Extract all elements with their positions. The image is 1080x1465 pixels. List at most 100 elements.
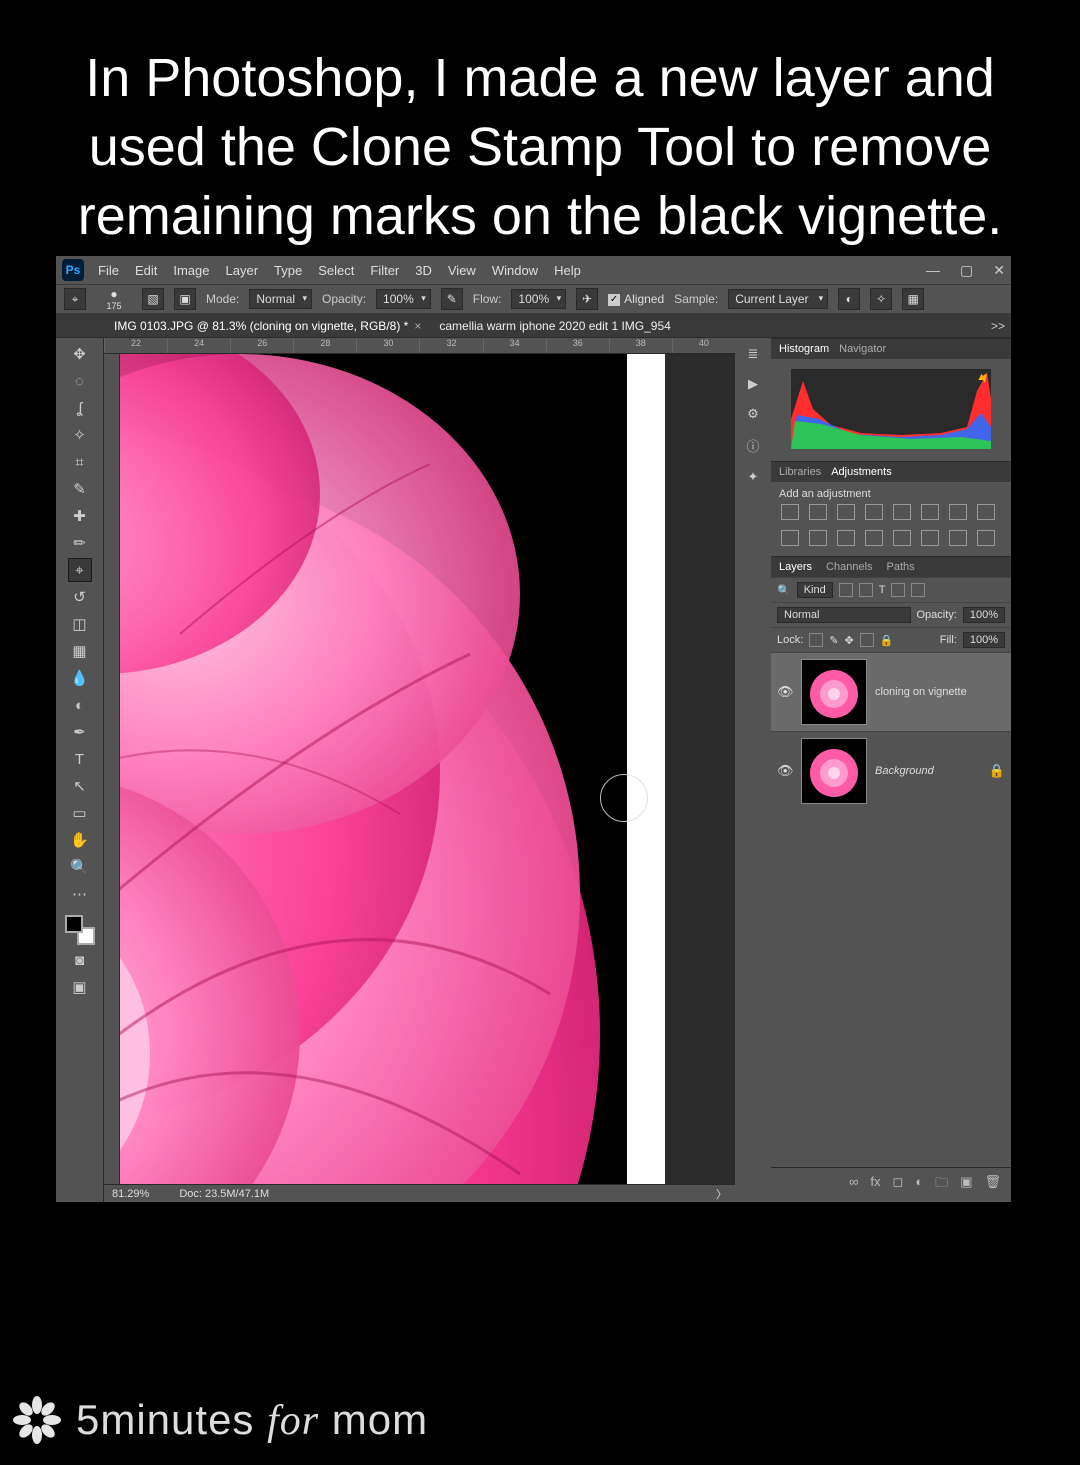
menu-filter[interactable]: Filter (370, 263, 399, 278)
posterize-icon[interactable] (893, 530, 911, 546)
menu-select[interactable]: Select (318, 263, 354, 278)
history-brush-tool-icon[interactable]: ↺ (68, 585, 92, 609)
pen-tool-icon[interactable]: ✒ (68, 720, 92, 744)
bw-icon[interactable] (977, 504, 995, 520)
tool-preset-icon[interactable]: ⌖ (64, 288, 86, 310)
blend-mode-select[interactable]: Normal (249, 289, 312, 309)
new-layer-icon[interactable]: ▣ (960, 1174, 972, 1196)
layer-name[interactable]: cloning on vignette (875, 686, 967, 698)
tabs-overflow-icon[interactable]: >> (991, 319, 1005, 333)
airbrush-icon[interactable]: ✈ (576, 288, 598, 310)
group-layers-icon[interactable]: 🗀 (935, 1174, 948, 1196)
menu-layer[interactable]: Layer (226, 263, 259, 278)
hand-tool-icon[interactable]: ✋ (68, 828, 92, 852)
layer-row-cloning[interactable]: 👁 cloning on vignette (771, 652, 1011, 731)
exposure-icon[interactable] (865, 504, 883, 520)
menu-edit[interactable]: Edit (135, 263, 157, 278)
adjustment-layer-icon[interactable]: ◐ (915, 1174, 923, 1196)
history-panel-icon[interactable]: ≣ (748, 346, 759, 362)
tab-secondary-document[interactable]: camellia warm iphone 2020 edit 1 IMG_954 (433, 319, 676, 333)
pixel-filter-icon[interactable] (839, 583, 853, 597)
color-balance-icon[interactable] (949, 504, 967, 520)
tab-layers[interactable]: Layers (779, 561, 812, 573)
path-selection-tool-icon[interactable]: ↖ (68, 774, 92, 798)
layer-style-icon[interactable]: fx (870, 1174, 880, 1196)
lock-pixels-icon[interactable]: ✎ (829, 634, 838, 647)
adj-filter-icon[interactable] (859, 583, 873, 597)
hue-sat-icon[interactable] (921, 504, 939, 520)
flow-select[interactable]: 100% (511, 289, 566, 309)
sample-select[interactable]: Current Layer (728, 289, 828, 309)
clone-stamp-tool-icon[interactable]: ⌖ (68, 558, 92, 582)
curves-icon[interactable] (837, 504, 855, 520)
gradient-tool-icon[interactable]: ▦ (68, 639, 92, 663)
histogram-warning-icon[interactable]: ▲ (976, 371, 987, 383)
menu-3d[interactable]: 3D (415, 263, 432, 278)
visibility-toggle-icon[interactable]: 👁 (777, 684, 793, 700)
actions-panel-icon[interactable]: ▶ (748, 376, 758, 392)
link-layers-icon[interactable]: ∞ (849, 1174, 858, 1196)
size-pressure-icon[interactable]: ✧ (870, 288, 892, 310)
blur-tool-icon[interactable]: 💧 (68, 666, 92, 690)
menu-image[interactable]: Image (173, 263, 209, 278)
zoom-readout[interactable]: 81.29% (112, 1188, 149, 1200)
selective-color-icon[interactable] (977, 530, 995, 546)
zoom-tool-icon[interactable]: 🔍 (68, 855, 92, 879)
menu-view[interactable]: View (448, 263, 476, 278)
lock-position-icon[interactable]: ✥ (845, 634, 854, 647)
shape-filter-icon[interactable] (891, 583, 905, 597)
eraser-tool-icon[interactable]: ◫ (68, 612, 92, 636)
window-close-icon[interactable]: ✕ (993, 262, 1005, 279)
quick-mask-icon[interactable]: ◙ (68, 948, 92, 972)
window-minimize-icon[interactable]: — (926, 262, 940, 279)
menu-help[interactable]: Help (554, 263, 581, 278)
invert-icon[interactable] (865, 530, 883, 546)
window-maximize-icon[interactable]: ▢ (960, 262, 973, 279)
photo-filter-icon[interactable] (781, 530, 799, 546)
vibrance-icon[interactable] (893, 504, 911, 520)
dodge-tool-icon[interactable]: ◐ (68, 693, 92, 717)
color-lookup-icon[interactable] (837, 530, 855, 546)
layer-opacity-select[interactable]: 100% (963, 607, 1005, 623)
screen-mode-icon[interactable]: ▣ (68, 975, 92, 999)
smart-filter-icon[interactable] (911, 583, 925, 597)
close-tab-icon[interactable]: × (414, 319, 421, 333)
lock-all-icon[interactable]: 🔒 (880, 634, 894, 647)
menu-type[interactable]: Type (274, 263, 302, 278)
crop-tool-icon[interactable]: ⌗ (68, 450, 92, 474)
tab-adjustments[interactable]: Adjustments (831, 466, 892, 478)
delete-layer-icon[interactable]: 🗑 (984, 1174, 1001, 1196)
brush-panel-icon[interactable]: ▧ (142, 288, 164, 310)
lock-transparency-icon[interactable] (809, 633, 823, 647)
eyedropper-tool-icon[interactable]: ✎ (68, 477, 92, 501)
ignore-adj-icon[interactable]: ◐ (838, 288, 860, 310)
brush-tool-icon[interactable]: ✏ (68, 531, 92, 555)
character-panel-icon[interactable]: ✦ (748, 469, 759, 485)
color-swatches[interactable] (65, 915, 95, 945)
layer-blend-mode-select[interactable]: Normal (777, 607, 911, 623)
levels-icon[interactable] (809, 504, 827, 520)
opacity-pressure-icon[interactable]: ✎ (441, 288, 463, 310)
edit-toolbar-icon[interactable]: ⋯ (68, 882, 92, 906)
lasso-tool-icon[interactable]: ʆ (68, 396, 92, 420)
tab-paths[interactable]: Paths (887, 561, 915, 573)
aligned-checkbox[interactable]: Aligned (608, 292, 664, 306)
magic-wand-tool-icon[interactable]: ✧ (68, 423, 92, 447)
type-filter-icon[interactable]: T (879, 584, 886, 596)
document-canvas[interactable] (120, 354, 735, 1184)
properties-panel-icon[interactable]: ⚙ (747, 406, 759, 422)
gradient-map-icon[interactable] (949, 530, 967, 546)
channel-mixer-icon[interactable] (809, 530, 827, 546)
layer-name[interactable]: Background (875, 765, 934, 777)
shape-tool-icon[interactable]: ▭ (68, 801, 92, 825)
healing-brush-tool-icon[interactable]: ✚ (68, 504, 92, 528)
brush-preview[interactable]: ●175 (96, 287, 132, 311)
layer-mask-icon[interactable]: ◻ (893, 1174, 904, 1196)
tab-libraries[interactable]: Libraries (779, 466, 821, 478)
tab-navigator[interactable]: Navigator (839, 343, 886, 355)
tab-active-document[interactable]: IMG 0103.JPG @ 81.3% (cloning on vignett… (108, 319, 427, 333)
marquee-tool-icon[interactable]: ◌ (68, 369, 92, 393)
move-tool-icon[interactable]: ✥ (68, 342, 92, 366)
menu-file[interactable]: File (98, 263, 119, 278)
clone-source-icon[interactable]: ▣ (174, 288, 196, 310)
